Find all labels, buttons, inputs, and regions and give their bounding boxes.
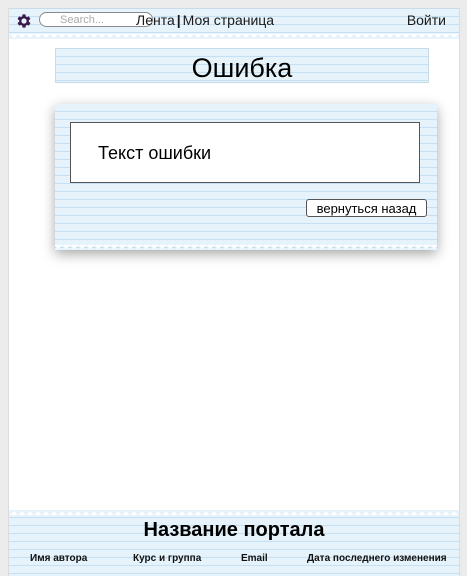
error-message-text: Текст ошибки <box>98 143 212 163</box>
nav-my-page-link[interactable]: Моя страница <box>183 12 274 28</box>
error-message-box: Текст ошибки <box>70 122 420 183</box>
header-bar: Лента|Моя страница Войти <box>9 8 459 39</box>
page-title: Ошибка <box>191 53 293 83</box>
gear-icon[interactable] <box>15 12 33 30</box>
footer-email: Email <box>241 553 268 564</box>
error-card: Текст ошибки вернуться назад <box>55 104 437 250</box>
nav-separator: | <box>176 12 181 28</box>
footer-author-name: Имя автора <box>30 553 88 564</box>
nav-links: Лента | Моя страница <box>136 12 274 28</box>
portal-name: Название портала <box>143 519 325 541</box>
footer: Название портала Имя автора Курс и групп… <box>9 510 459 576</box>
footer-last-modified: Дата последнего изменения <box>307 553 447 564</box>
nav-feed-link[interactable]: Лента <box>136 12 175 28</box>
back-button[interactable]: вернуться назад <box>306 199 427 217</box>
title-box: Ошибка <box>55 48 429 83</box>
login-link[interactable]: Войти <box>407 12 446 28</box>
page: Лента|Моя страница Войти Ошибка Текст ош… <box>8 8 460 576</box>
footer-course-group: Курс и группа <box>133 553 202 564</box>
